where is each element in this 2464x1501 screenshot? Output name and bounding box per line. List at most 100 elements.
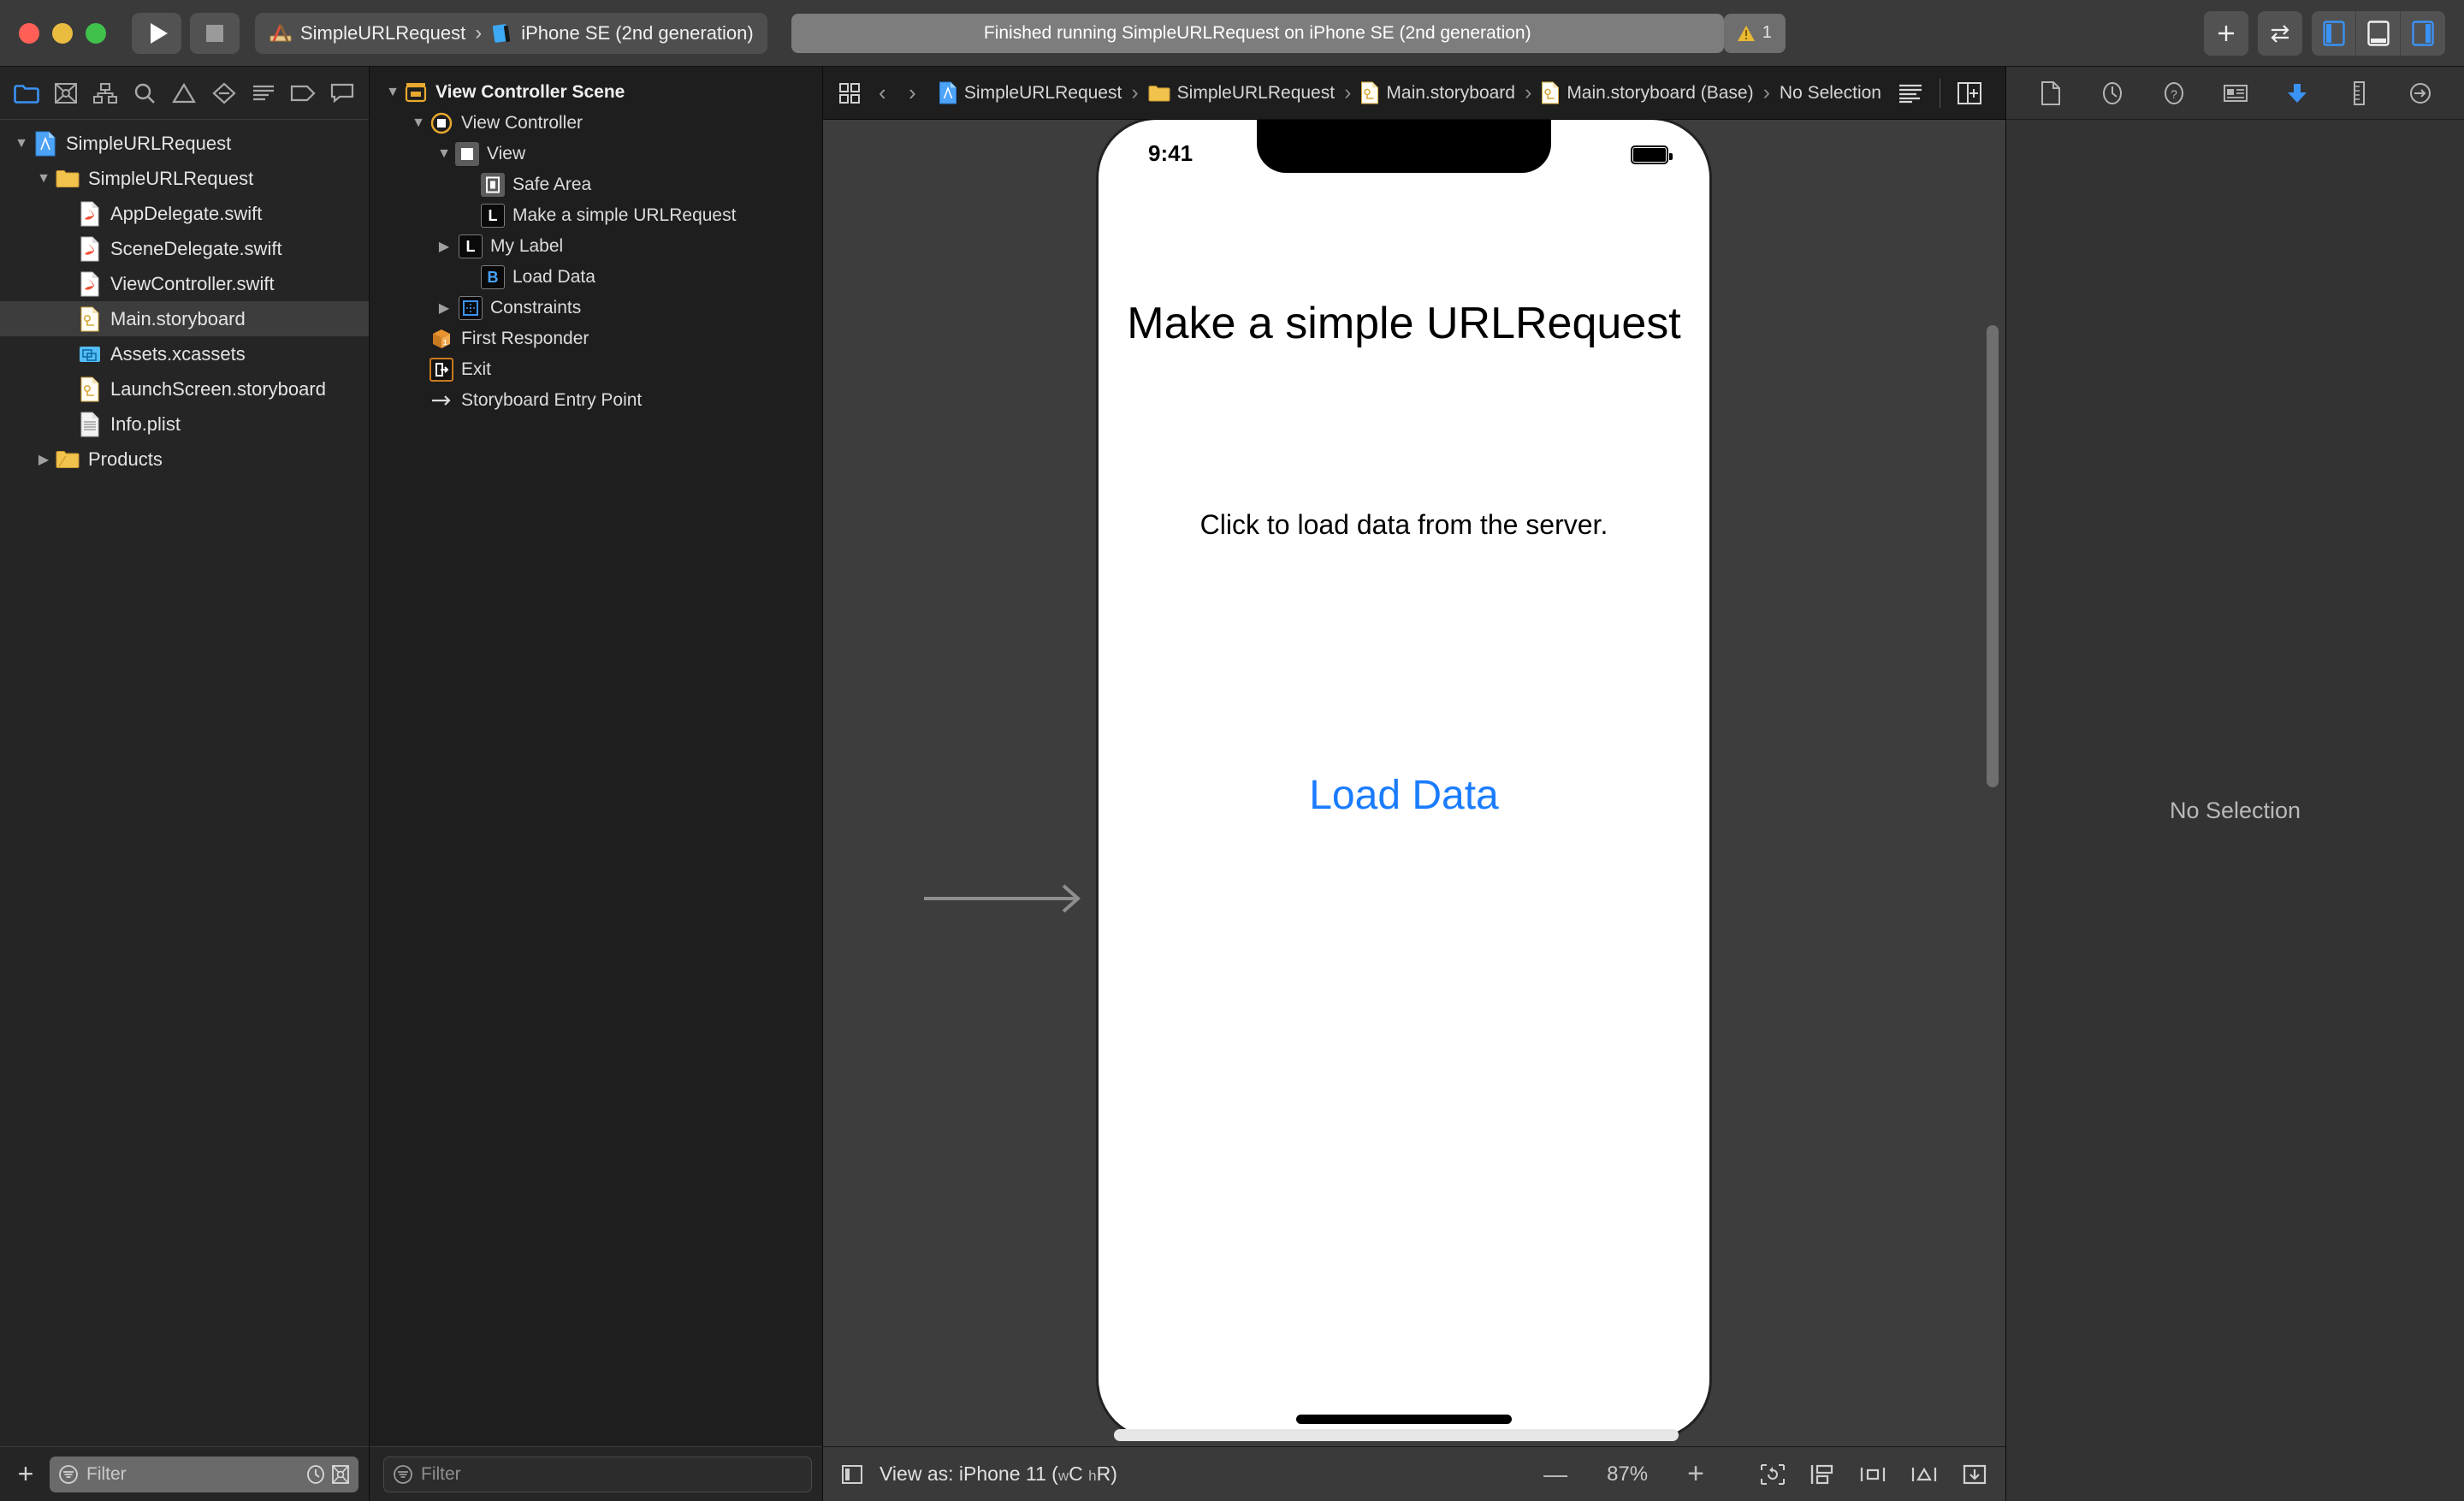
minimize-window-button[interactable] xyxy=(52,22,73,44)
activity-status-bar[interactable]: Finished running SimpleURLRequest on iPh… xyxy=(791,13,1724,53)
view-icon xyxy=(455,142,479,166)
scheme-selector[interactable]: SimpleURLRequest › iPhone SE (2nd genera… xyxy=(255,12,767,54)
report-navigator-tab[interactable] xyxy=(324,74,360,112)
auto-layout-toolbar xyxy=(1759,1462,1988,1486)
outline-row-constraints[interactable]: ▶ Constraints xyxy=(370,293,822,323)
tree-row-group[interactable]: ▼ SimpleURLRequest xyxy=(0,161,369,196)
add-editor-button[interactable] xyxy=(2204,10,2248,56)
tree-row-products[interactable]: ▶ Products xyxy=(0,442,369,477)
update-frames-button[interactable] xyxy=(1759,1462,1786,1486)
outline-row-label: View Controller xyxy=(461,113,583,133)
close-window-button[interactable] xyxy=(19,22,39,44)
panel-toggle-group xyxy=(2312,10,2445,56)
tree-row-file[interactable]: ViewController.swift xyxy=(0,266,369,301)
toggle-debug-area-button[interactable] xyxy=(2356,10,2401,56)
disclosure-triangle-down-icon[interactable]: ▼ xyxy=(33,171,55,187)
outline-row-scene[interactable]: ▼ View Controller Scene xyxy=(370,77,822,108)
outline-row-entry-point[interactable]: ▶ Storyboard Entry Point xyxy=(370,385,822,416)
xcode-project-icon xyxy=(269,21,293,45)
outline-row-label-my-label[interactable]: ▶ L My Label xyxy=(370,231,822,262)
play-icon xyxy=(150,22,168,44)
identity-inspector-tab[interactable] xyxy=(2218,76,2253,110)
tree-row-file[interactable]: Info.plist xyxy=(0,406,369,442)
disclosure-triangle-down-icon[interactable]: ▼ xyxy=(407,116,429,131)
outline-row-first-responder[interactable]: ▶ 1 First Responder xyxy=(370,323,822,354)
attributes-inspector-tab[interactable] xyxy=(2280,76,2314,110)
zoom-level-label[interactable]: 87% xyxy=(1593,1462,1661,1486)
breadcrumb-item-file[interactable]: Main.storyboard xyxy=(1360,81,1515,104)
related-items-icon[interactable] xyxy=(835,82,865,104)
load-data-button[interactable]: Load Data xyxy=(1099,772,1709,819)
stop-button[interactable] xyxy=(190,12,240,54)
breakpoint-navigator-tab[interactable] xyxy=(285,74,321,112)
zoom-window-button[interactable] xyxy=(86,22,106,44)
tree-row-file-main-storyboard[interactable]: Main.storyboard xyxy=(0,301,369,336)
toggle-document-outline-button[interactable] xyxy=(840,1462,864,1486)
add-assistant-editor-button[interactable] xyxy=(1946,81,1993,105)
xcode-project-icon xyxy=(939,81,957,104)
find-navigator-tab[interactable] xyxy=(127,74,163,112)
code-review-button[interactable] xyxy=(2258,10,2302,56)
breadcrumb-item-group[interactable]: SimpleURLRequest xyxy=(1148,83,1335,104)
align-button[interactable] xyxy=(1858,1462,1887,1486)
interface-builder-canvas[interactable]: 9:41 Make a simple URLRequest Click to l… xyxy=(823,120,2005,1446)
toggle-navigator-button[interactable] xyxy=(2312,10,2356,56)
tree-row-assets-catalog[interactable]: Assets.xcassets xyxy=(0,336,369,371)
disclosure-triangle-down-icon[interactable]: ▼ xyxy=(10,136,33,151)
disclosure-triangle-right-icon[interactable]: ▶ xyxy=(433,300,455,317)
warning-indicator[interactable]: 1 xyxy=(1723,13,1786,53)
tree-row-file[interactable]: LaunchScreen.storyboard xyxy=(0,371,369,406)
outline-row-label-title[interactable]: ▶ L Make a simple URLRequest xyxy=(370,200,822,231)
project-navigator-tab[interactable] xyxy=(9,74,44,112)
breadcrumb-label: SimpleURLRequest xyxy=(963,82,1122,103)
resolve-auto-layout-issues-button[interactable] xyxy=(1961,1462,1988,1486)
add-file-button[interactable]: + xyxy=(10,1458,41,1490)
clock-icon[interactable] xyxy=(306,1464,325,1485)
outline-row-exit[interactable]: ▶ Exit xyxy=(370,354,822,385)
navigator-filter-field[interactable]: Filter xyxy=(50,1456,358,1492)
source-control-navigator-tab[interactable] xyxy=(48,74,84,112)
zoom-in-button[interactable]: + xyxy=(1687,1457,1704,1491)
quick-help-inspector-tab[interactable]: ? xyxy=(2157,76,2191,110)
view-as-label[interactable]: View as: iPhone 11 (wC hR) xyxy=(880,1462,1117,1486)
outline-row-safe-area[interactable]: ▶ Safe Area xyxy=(370,169,822,200)
warning-count: 1 xyxy=(1762,23,1772,42)
canvas-horizontal-scrollbar[interactable] xyxy=(1114,1429,1679,1441)
outline-filter-field[interactable]: Filter xyxy=(383,1456,812,1492)
disclosure-triangle-down-icon[interactable]: ▼ xyxy=(382,85,404,100)
outline-row-view[interactable]: ▼ View xyxy=(370,139,822,169)
toggle-inspector-button[interactable] xyxy=(2401,11,2445,56)
breadcrumb-item-project[interactable]: SimpleURLRequest xyxy=(939,81,1122,104)
breadcrumb-item-base-locale[interactable]: Main.storyboard (Base) xyxy=(1541,81,1754,104)
connections-inspector-tab[interactable] xyxy=(2403,76,2437,110)
embed-in-button[interactable] xyxy=(1809,1462,1836,1486)
source-control-filter-icon[interactable] xyxy=(331,1464,350,1485)
outline-row-view-controller[interactable]: ▼ View Controller xyxy=(370,108,822,139)
outline-row-button-load-data[interactable]: ▶ B Load Data xyxy=(370,262,822,293)
minimap-button[interactable] xyxy=(1886,82,1934,104)
breadcrumb-item-selection[interactable]: No Selection xyxy=(1780,83,1881,104)
forward-button[interactable]: › xyxy=(900,80,925,106)
test-navigator-tab[interactable] xyxy=(206,74,242,112)
add-new-constraints-button[interactable] xyxy=(1910,1462,1939,1486)
view-controller-device-preview[interactable]: 9:41 Make a simple URLRequest Click to l… xyxy=(1099,120,1709,1438)
disclosure-triangle-right-icon[interactable]: ▶ xyxy=(433,238,455,255)
back-button[interactable]: ‹ xyxy=(870,80,895,106)
zoom-out-button[interactable]: — xyxy=(1543,1461,1567,1488)
file-inspector-tab[interactable] xyxy=(2034,76,2068,110)
run-button[interactable] xyxy=(132,12,181,54)
project-file-tree[interactable]: ▼ SimpleURLRequest ▼ SimpleURLRequest Ap… xyxy=(0,120,369,1446)
history-inspector-tab[interactable] xyxy=(2095,76,2129,110)
symbol-navigator-tab[interactable] xyxy=(87,74,123,112)
size-inspector-tab[interactable] xyxy=(2342,76,2376,110)
document-outline-tree[interactable]: ▼ View Controller Scene ▼ View Controlle… xyxy=(370,67,822,1446)
debug-navigator-tab[interactable] xyxy=(246,74,281,112)
tree-row-project[interactable]: ▼ SimpleURLRequest xyxy=(0,126,369,161)
disclosure-triangle-down-icon[interactable]: ▼ xyxy=(433,146,455,162)
issue-navigator-tab[interactable] xyxy=(166,74,202,112)
tree-row-file[interactable]: AppDelegate.swift xyxy=(0,196,369,231)
canvas-vertical-scrollbar[interactable] xyxy=(1987,325,1999,787)
tree-row-file[interactable]: SceneDelegate.swift xyxy=(0,231,369,266)
view-as-width-class-prefix: w xyxy=(1057,1468,1069,1484)
disclosure-triangle-right-icon[interactable]: ▶ xyxy=(33,451,55,468)
